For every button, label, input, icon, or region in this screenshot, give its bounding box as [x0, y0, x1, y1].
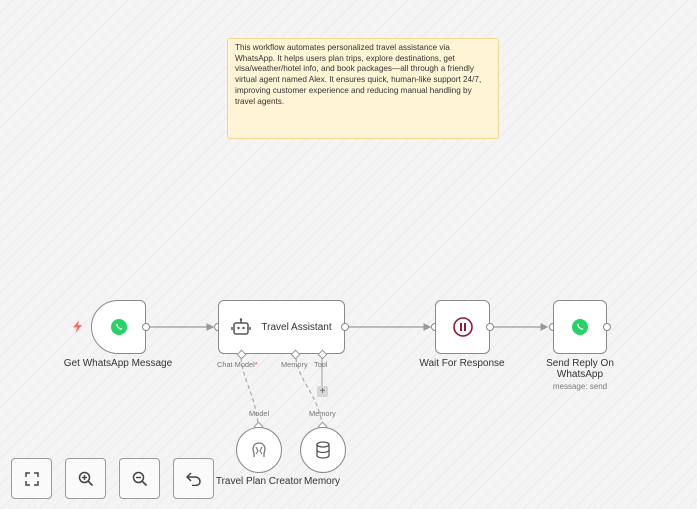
zoom-out-button[interactable]: [119, 458, 160, 499]
agent-chat-model-port-label: Chat Model*: [217, 360, 258, 369]
send-node-subtitle: message: send: [552, 382, 608, 391]
fit-view-icon: [24, 471, 39, 486]
memory-node-label: Memory: [303, 476, 341, 487]
wait-output-handle[interactable]: [486, 323, 494, 331]
zoom-out-icon: [132, 471, 148, 487]
fit-view-button[interactable]: [11, 458, 52, 499]
undo-button[interactable]: [173, 458, 214, 499]
ai-model-icon: [250, 440, 268, 460]
robot-icon: [231, 318, 252, 336]
pause-icon: [452, 317, 473, 337]
wait-node[interactable]: [435, 300, 490, 354]
send-node-label: Send Reply On WhatsApp: [546, 358, 614, 380]
agent-node-label: Travel Assistant: [261, 321, 332, 333]
zoom-in-button[interactable]: [65, 458, 106, 499]
send-output-handle[interactable]: [603, 323, 611, 331]
agent-tool-port-label: Tool: [314, 360, 328, 369]
zoom-in-icon: [78, 471, 94, 487]
agent-output-handle[interactable]: [341, 323, 349, 331]
whatsapp-icon: [110, 319, 127, 335]
trigger-bolt-icon: [72, 320, 83, 338]
memory-node[interactable]: [300, 427, 346, 473]
whatsapp-icon: [572, 319, 588, 335]
memory-port-label: Memory: [309, 409, 336, 418]
trigger-node-label: Get WhatsApp Message: [63, 358, 173, 369]
undo-icon: [186, 471, 201, 486]
send-node[interactable]: [553, 300, 607, 354]
agent-memory-port-label: Memory: [281, 360, 308, 369]
agent-node[interactable]: Travel Assistant: [218, 300, 345, 354]
trigger-node[interactable]: [91, 300, 146, 354]
trigger-output-handle[interactable]: [142, 323, 150, 331]
add-tool-button[interactable]: +: [317, 386, 328, 397]
wait-node-label: Wait For Response: [419, 358, 505, 369]
database-icon: [315, 441, 331, 459]
model-node[interactable]: [236, 427, 282, 473]
model-port-label: Model: [249, 409, 270, 418]
sticky-note[interactable]: This workflow automates personalized tra…: [227, 38, 499, 139]
